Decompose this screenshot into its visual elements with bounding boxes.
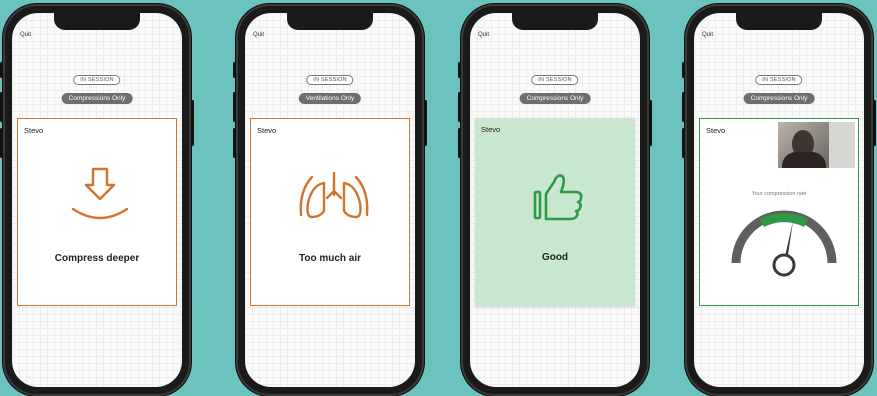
notch	[287, 13, 373, 30]
phone-screen: Quit IN SESSION Compressions Only Stevo …	[470, 13, 640, 387]
phone-compress-deeper: Quit IN SESSION Compressions Only Stevo …	[0, 4, 194, 396]
lungs-icon	[299, 171, 369, 219]
side-button	[233, 92, 236, 122]
mode-badge: Compressions Only	[519, 93, 591, 104]
notch	[512, 13, 598, 30]
phone-screen: Quit IN SESSION Compressions Only Stevo …	[694, 13, 864, 387]
quit-button[interactable]: Quit	[478, 32, 489, 38]
side-button	[873, 100, 876, 146]
trainee-name: Stevo	[257, 126, 277, 135]
side-button	[0, 62, 3, 78]
side-button	[682, 128, 685, 158]
compress-arrow-icon	[71, 167, 129, 220]
phone-screen: Quit IN SESSION Ventilations Only Stevo …	[245, 13, 415, 387]
gauge-icon	[731, 210, 837, 277]
session-status-badge: IN SESSION	[73, 75, 121, 85]
feedback-message: Compress deeper	[54, 253, 140, 264]
feedback-message: Too much air	[298, 253, 362, 264]
side-button	[424, 100, 427, 146]
phone-screen: Quit IN SESSION Compressions Only Stevo …	[12, 13, 182, 387]
side-button	[682, 62, 685, 78]
quit-button[interactable]: Quit	[253, 32, 264, 38]
notch	[736, 13, 822, 30]
session-status-badge: IN SESSION	[306, 75, 354, 85]
notch	[54, 13, 140, 30]
phone-too-much-air: Quit IN SESSION Ventilations Only Stevo …	[233, 4, 427, 396]
session-status-badge: IN SESSION	[531, 75, 579, 85]
side-button	[458, 62, 461, 78]
session-status-badge: IN SESSION	[755, 75, 803, 85]
phone-compression-rate: Quit IN SESSION Compressions Only Stevo …	[682, 4, 876, 396]
video-background	[829, 122, 855, 168]
trainee-name: Stevo	[706, 126, 726, 135]
gauge-label: Your compression rate	[751, 191, 807, 197]
feedback-card: Stevo Your compression rate	[699, 118, 859, 306]
side-button	[682, 92, 685, 122]
trainee-name: Stevo	[481, 125, 501, 134]
phone-good: Quit IN SESSION Compressions Only Stevo …	[458, 4, 652, 396]
side-button	[458, 128, 461, 158]
side-button	[458, 92, 461, 122]
video-feed-thumbnail[interactable]	[778, 122, 855, 168]
quit-button[interactable]: Quit	[20, 32, 31, 38]
quit-button[interactable]: Quit	[702, 32, 713, 38]
mode-badge: Compressions Only	[61, 93, 133, 104]
trainee-name: Stevo	[24, 126, 44, 135]
thumbs-up-icon	[533, 174, 583, 221]
feedback-card: Stevo Compress deeper	[17, 118, 177, 306]
side-button	[649, 100, 652, 146]
feedback-message: Good	[541, 252, 569, 263]
feedback-card: Stevo Too much air	[250, 118, 410, 306]
mode-badge: Compressions Only	[743, 93, 815, 104]
side-button	[191, 100, 194, 146]
side-button	[233, 62, 236, 78]
side-button	[0, 128, 3, 158]
feedback-card: Stevo Good	[475, 118, 635, 306]
side-button	[0, 92, 3, 122]
mode-badge: Ventilations Only	[298, 93, 362, 104]
side-button	[233, 128, 236, 158]
video-person-body	[782, 152, 826, 168]
